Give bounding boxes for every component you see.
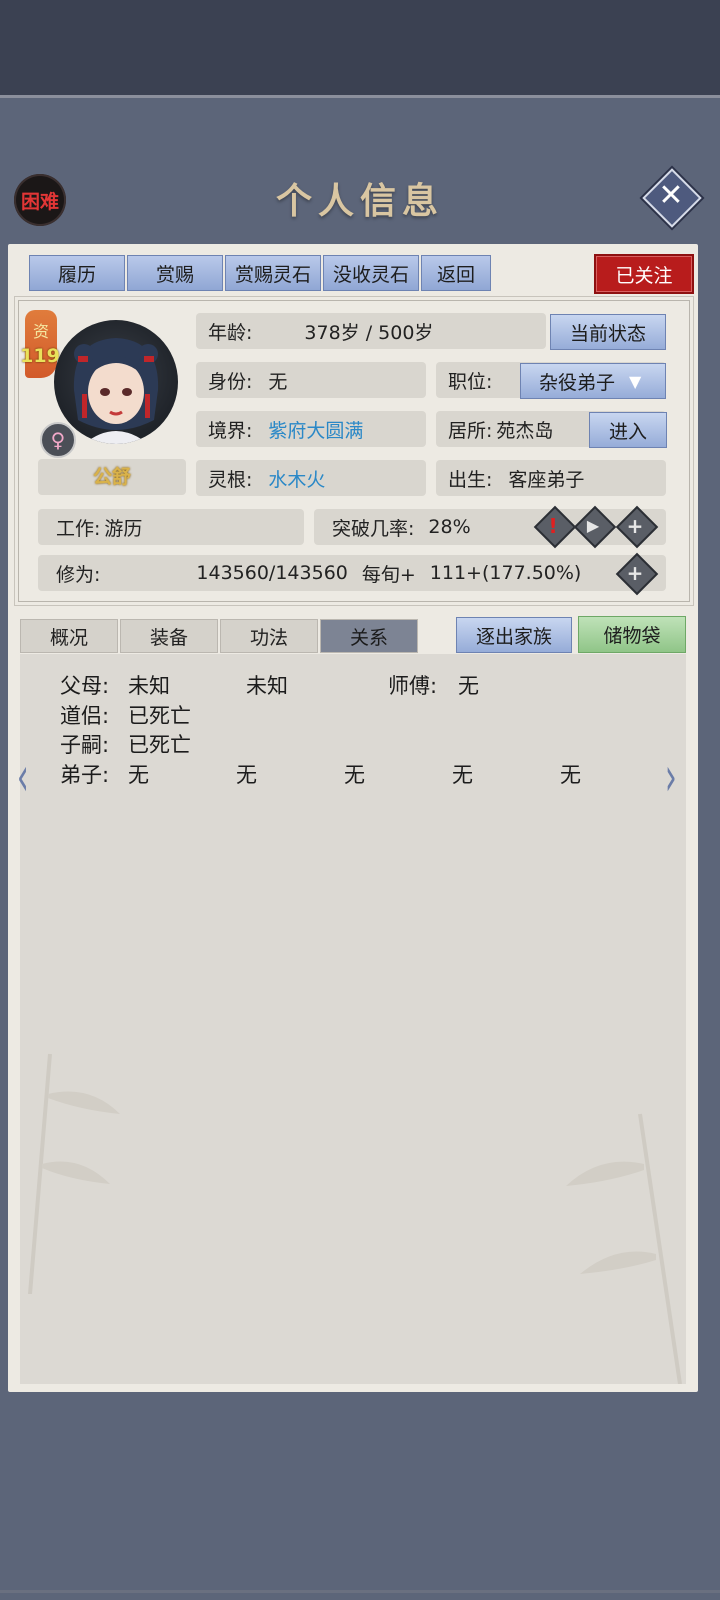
parent-value[interactable]: 未知: [246, 670, 288, 700]
followed-button[interactable]: 已关注: [594, 254, 694, 294]
disciple-value[interactable]: 无: [344, 759, 365, 789]
spirit-root-label: 灵根:: [208, 468, 253, 491]
tab-confiscate-spirit-stone[interactable]: 没收灵石: [323, 255, 419, 291]
aptitude-label: 资: [32, 322, 49, 341]
divider: [0, 1590, 720, 1593]
chevron-right-icon[interactable]: ›: [665, 745, 677, 808]
disciples-label: 弟子:: [60, 763, 110, 787]
close-icon[interactable]: ✕: [646, 174, 696, 218]
residence-value: 苑杰岛: [496, 419, 554, 442]
current-status-button[interactable]: 当前状态: [550, 314, 666, 350]
partner-value[interactable]: 已死亡: [128, 700, 191, 730]
chevron-left-icon[interactable]: ‹: [17, 745, 29, 808]
tab-skills[interactable]: 功法: [220, 619, 318, 653]
birth-label: 出生:: [448, 468, 493, 491]
tab-history[interactable]: 履历: [29, 255, 125, 291]
plus-icon[interactable]: +: [618, 509, 652, 543]
age-label: 年龄:: [208, 321, 253, 344]
female-icon: ♀: [40, 422, 76, 458]
difficulty-badge: 困难: [14, 174, 66, 226]
age-value: 378岁 / 500岁: [304, 321, 434, 344]
tab-back[interactable]: 返回: [421, 255, 491, 291]
disciple-value[interactable]: 无: [452, 759, 473, 789]
disciple-value[interactable]: 无: [236, 759, 257, 789]
birth-field: 出生: 客座弟子: [436, 460, 666, 496]
per-period-value: 111+(177.50%): [429, 562, 582, 584]
bamboo-decoration: [28, 1053, 120, 1294]
tab-reward-spirit-stone[interactable]: 赏赐灵石: [225, 255, 321, 291]
storage-bag-button[interactable]: 储物袋: [578, 616, 686, 653]
age-field: 年龄: 378岁 / 500岁: [196, 313, 546, 349]
character-name: 公舒: [38, 459, 186, 495]
realm-value: 紫府大圆满: [268, 419, 364, 442]
enter-button[interactable]: 进入: [589, 412, 667, 448]
spirit-root-field: 灵根: 水木火: [196, 460, 426, 496]
breakthrough-value: 28%: [428, 516, 471, 538]
page-title: 个人信息: [275, 180, 444, 222]
cultivation-field: 修为: 143560/143560 每旬+ 111+(177.50%): [38, 555, 666, 591]
master-label: 师傅:: [388, 674, 438, 698]
parent-value[interactable]: 未知: [128, 670, 170, 700]
residence-label: 居所:: [448, 419, 493, 442]
master-value[interactable]: 无: [458, 670, 479, 700]
cultivation-value: 143560/143560: [196, 562, 348, 584]
tab-overview[interactable]: 概况: [20, 619, 118, 653]
portrait-image: [73, 338, 159, 444]
warning-icon[interactable]: !: [536, 509, 570, 543]
breakthrough-label: 突破几率:: [332, 517, 415, 540]
expel-from-clan-button[interactable]: 逐出家族: [456, 617, 572, 653]
play-icon[interactable]: ▶: [576, 509, 610, 543]
spirit-root-value: 水木火: [268, 468, 326, 491]
avatar[interactable]: [54, 320, 178, 444]
plus-icon[interactable]: +: [618, 556, 652, 590]
disciple-value[interactable]: 无: [560, 759, 581, 789]
disciple-value[interactable]: 无: [128, 759, 149, 789]
tab-equipment[interactable]: 装备: [120, 619, 218, 653]
realm-field: 境界: 紫府大圆满: [196, 411, 426, 447]
bamboo-decoration: [566, 1113, 682, 1384]
per-period-label: 每旬+: [361, 563, 416, 586]
work-value: 游历: [104, 517, 143, 540]
position-value: 杂役弟子: [539, 371, 616, 394]
realm-label: 境界:: [208, 419, 253, 442]
aptitude-value: 119: [20, 345, 60, 367]
top-bar: [0, 0, 720, 95]
tab-reward[interactable]: 赏赐: [127, 255, 223, 291]
tab-relations[interactable]: 关系: [320, 619, 418, 653]
partner-label: 道侣:: [60, 704, 110, 728]
position-label: 职位:: [448, 370, 493, 393]
work-label: 工作:: [56, 517, 101, 540]
work-field: 工作: 游历: [38, 509, 304, 545]
aptitude-badge: 资: [25, 310, 57, 378]
identity-label: 身份:: [208, 370, 253, 393]
cultivation-label: 修为:: [56, 563, 101, 586]
children-label: 子嗣:: [60, 733, 110, 757]
children-value[interactable]: 已死亡: [128, 729, 191, 759]
chevron-down-icon: ▼: [629, 371, 642, 391]
birth-value: 客座弟子: [508, 468, 585, 491]
identity-value: 无: [268, 370, 288, 393]
identity-field: 身份: 无: [196, 362, 426, 398]
position-select[interactable]: 杂役弟子 ▼: [520, 363, 666, 399]
parents-label: 父母:: [60, 674, 110, 698]
